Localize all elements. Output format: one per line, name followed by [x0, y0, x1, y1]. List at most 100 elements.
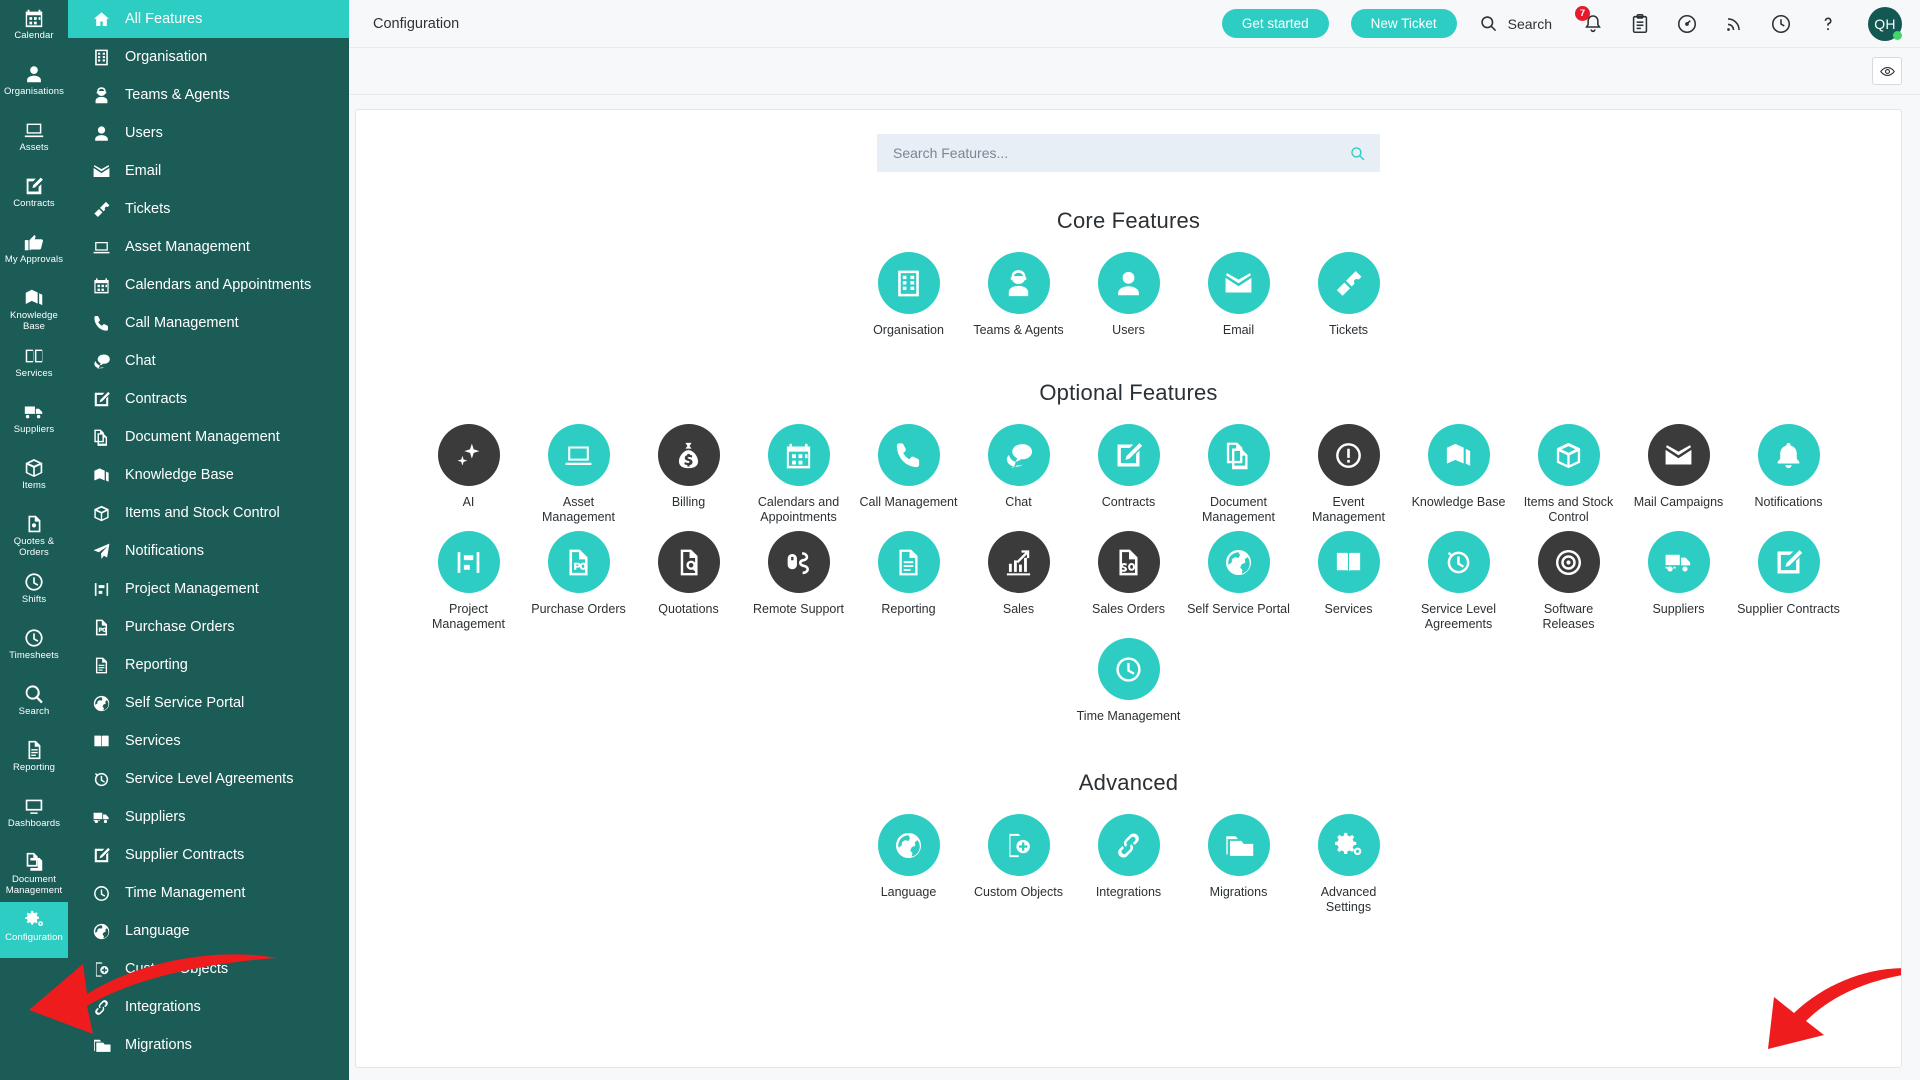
feature-bubble[interactable]: [1097, 252, 1160, 314]
rail-item-calendar[interactable]: Calendar: [0, 0, 68, 56]
rail-item-configuration[interactable]: Configuration: [0, 902, 68, 958]
featnav-item-items-and-stock-control[interactable]: Items and Stock Control: [68, 494, 349, 532]
feature-bubble[interactable]: [987, 531, 1050, 593]
feature-bubble[interactable]: [1647, 424, 1710, 486]
rail-item-items[interactable]: Items: [0, 450, 68, 506]
help-icon[interactable]: [1817, 13, 1839, 35]
clock-icon[interactable]: [1770, 13, 1792, 35]
feature-tile-suppliers[interactable]: Suppliers: [1624, 531, 1734, 632]
feature-tile-users[interactable]: Users: [1074, 252, 1184, 338]
new-ticket-button[interactable]: New Ticket: [1350, 9, 1457, 38]
feature-tile-sales[interactable]: Sales: [964, 531, 1074, 632]
feature-bubble[interactable]: [1317, 814, 1380, 876]
feature-bubble[interactable]: [1207, 531, 1270, 593]
feature-bubble[interactable]: [987, 252, 1050, 314]
feature-tile-custom-objects[interactable]: Custom Objects: [964, 814, 1074, 915]
feature-tile-purchase-orders[interactable]: Purchase Orders: [524, 531, 634, 632]
feature-tile-project-management[interactable]: Project Management: [414, 531, 524, 632]
get-started-button[interactable]: Get started: [1221, 9, 1329, 38]
featnav-item-self-service-portal[interactable]: Self Service Portal: [68, 684, 349, 722]
feature-bubble[interactable]: [1097, 814, 1160, 876]
featnav-item-asset-management[interactable]: Asset Management: [68, 228, 349, 266]
rail-item-shifts[interactable]: Shifts: [0, 564, 68, 620]
feature-tile-service-level-agreements[interactable]: Service Level Agreements: [1404, 531, 1514, 632]
feature-tile-quotations[interactable]: Quotations: [634, 531, 744, 632]
feature-bubble[interactable]: [877, 424, 940, 486]
feature-tile-time-management[interactable]: Time Management: [1074, 638, 1184, 724]
feature-tile-services[interactable]: Services: [1294, 531, 1404, 632]
feature-bubble[interactable]: [877, 814, 940, 876]
featnav-item-organisation[interactable]: Organisation: [68, 38, 349, 76]
featnav-item-tickets[interactable]: Tickets: [68, 190, 349, 228]
rail-item-contracts[interactable]: Contracts: [0, 168, 68, 224]
rail-item-quotes-orders[interactable]: Quotes & Orders: [0, 506, 68, 564]
feature-tile-items-and-stock-control[interactable]: Items and Stock Control: [1514, 424, 1624, 525]
feature-bubble[interactable]: [1207, 252, 1270, 314]
user-avatar[interactable]: QH: [1868, 6, 1902, 41]
clipboard-icon[interactable]: [1629, 13, 1651, 35]
feature-tile-migrations[interactable]: Migrations: [1184, 814, 1294, 915]
rail-item-reporting[interactable]: Reporting: [0, 732, 68, 788]
featnav-item-users[interactable]: Users: [68, 114, 349, 152]
featnav-item-services[interactable]: Services: [68, 722, 349, 760]
feature-bubble[interactable]: [657, 531, 720, 593]
feature-bubble[interactable]: [877, 531, 940, 593]
featnav-item-integrations[interactable]: Integrations: [68, 988, 349, 1026]
feature-tile-knowledge-base[interactable]: Knowledge Base: [1404, 424, 1514, 525]
feature-bubble[interactable]: [437, 424, 500, 486]
featnav-item-email[interactable]: Email: [68, 152, 349, 190]
feature-bubble[interactable]: [767, 424, 830, 486]
feature-tile-supplier-contracts[interactable]: Supplier Contracts: [1734, 531, 1844, 632]
featnav-item-custom-objects[interactable]: Custom Objects: [68, 950, 349, 988]
feature-bubble[interactable]: [657, 424, 720, 486]
feature-bubble[interactable]: [1537, 424, 1600, 486]
featnav-item-supplier-contracts[interactable]: Supplier Contracts: [68, 836, 349, 874]
feature-bubble[interactable]: [1427, 531, 1490, 593]
feature-tile-advanced-settings[interactable]: Advanced Settings: [1294, 814, 1404, 915]
feature-tile-language[interactable]: Language: [854, 814, 964, 915]
eye-icon[interactable]: [1872, 57, 1902, 85]
feature-bubble[interactable]: [1757, 424, 1820, 486]
feature-bubble[interactable]: [547, 531, 610, 593]
featnav-item-all-features[interactable]: All Features: [68, 0, 349, 38]
notifications-bell-icon[interactable]: 7: [1575, 5, 1604, 35]
featnav-item-purchase-orders[interactable]: Purchase Orders: [68, 608, 349, 646]
rail-item-my-approvals[interactable]: My Approvals: [0, 224, 68, 280]
rail-item-organisations[interactable]: Organisations: [0, 56, 68, 112]
search-icon[interactable]: [1349, 145, 1366, 162]
featnav-item-time-management[interactable]: Time Management: [68, 874, 349, 912]
feature-tile-software-releases[interactable]: Software Releases: [1514, 531, 1624, 632]
featnav-item-document-management[interactable]: Document Management: [68, 418, 349, 456]
feature-tile-document-management[interactable]: Document Management: [1184, 424, 1294, 525]
featnav-item-notifications[interactable]: Notifications: [68, 532, 349, 570]
rail-item-assets[interactable]: Assets: [0, 112, 68, 168]
feature-tile-billing[interactable]: Billing: [634, 424, 744, 525]
feature-bubble[interactable]: [987, 424, 1050, 486]
featnav-item-call-management[interactable]: Call Management: [68, 304, 349, 342]
feature-bubble[interactable]: [987, 814, 1050, 876]
feature-tile-contracts[interactable]: Contracts: [1074, 424, 1184, 525]
feature-tile-ai[interactable]: AI: [414, 424, 524, 525]
feature-bubble[interactable]: [1537, 531, 1600, 593]
rail-item-dashboards[interactable]: Dashboards: [0, 788, 68, 844]
feature-tile-mail-campaigns[interactable]: Mail Campaigns: [1624, 424, 1734, 525]
feature-bubble[interactable]: [1317, 424, 1380, 486]
feature-tile-teams-agents[interactable]: Teams & Agents: [964, 252, 1074, 338]
feature-bubble[interactable]: [1097, 531, 1160, 593]
feature-bubble[interactable]: [547, 424, 610, 486]
feature-tile-remote-support[interactable]: Remote Support: [744, 531, 854, 632]
feature-bubble[interactable]: [437, 531, 500, 593]
feature-tile-chat[interactable]: Chat: [964, 424, 1074, 525]
feature-tile-calendars-and-appointments[interactable]: Calendars and Appointments: [744, 424, 854, 525]
feature-tile-event-management[interactable]: Event Management: [1294, 424, 1404, 525]
feature-bubble[interactable]: [767, 531, 830, 593]
featnav-item-suppliers[interactable]: Suppliers: [68, 798, 349, 836]
featnav-item-chat[interactable]: Chat: [68, 342, 349, 380]
featnav-item-teams-agents[interactable]: Teams & Agents: [68, 76, 349, 114]
feature-tile-call-management[interactable]: Call Management: [854, 424, 964, 525]
feature-tile-tickets[interactable]: Tickets: [1294, 252, 1404, 338]
feature-bubble[interactable]: [1207, 424, 1270, 486]
feature-tile-email[interactable]: Email: [1184, 252, 1294, 338]
featnav-item-language[interactable]: Language: [68, 912, 349, 950]
featnav-item-migrations[interactable]: Migrations: [68, 1026, 349, 1064]
